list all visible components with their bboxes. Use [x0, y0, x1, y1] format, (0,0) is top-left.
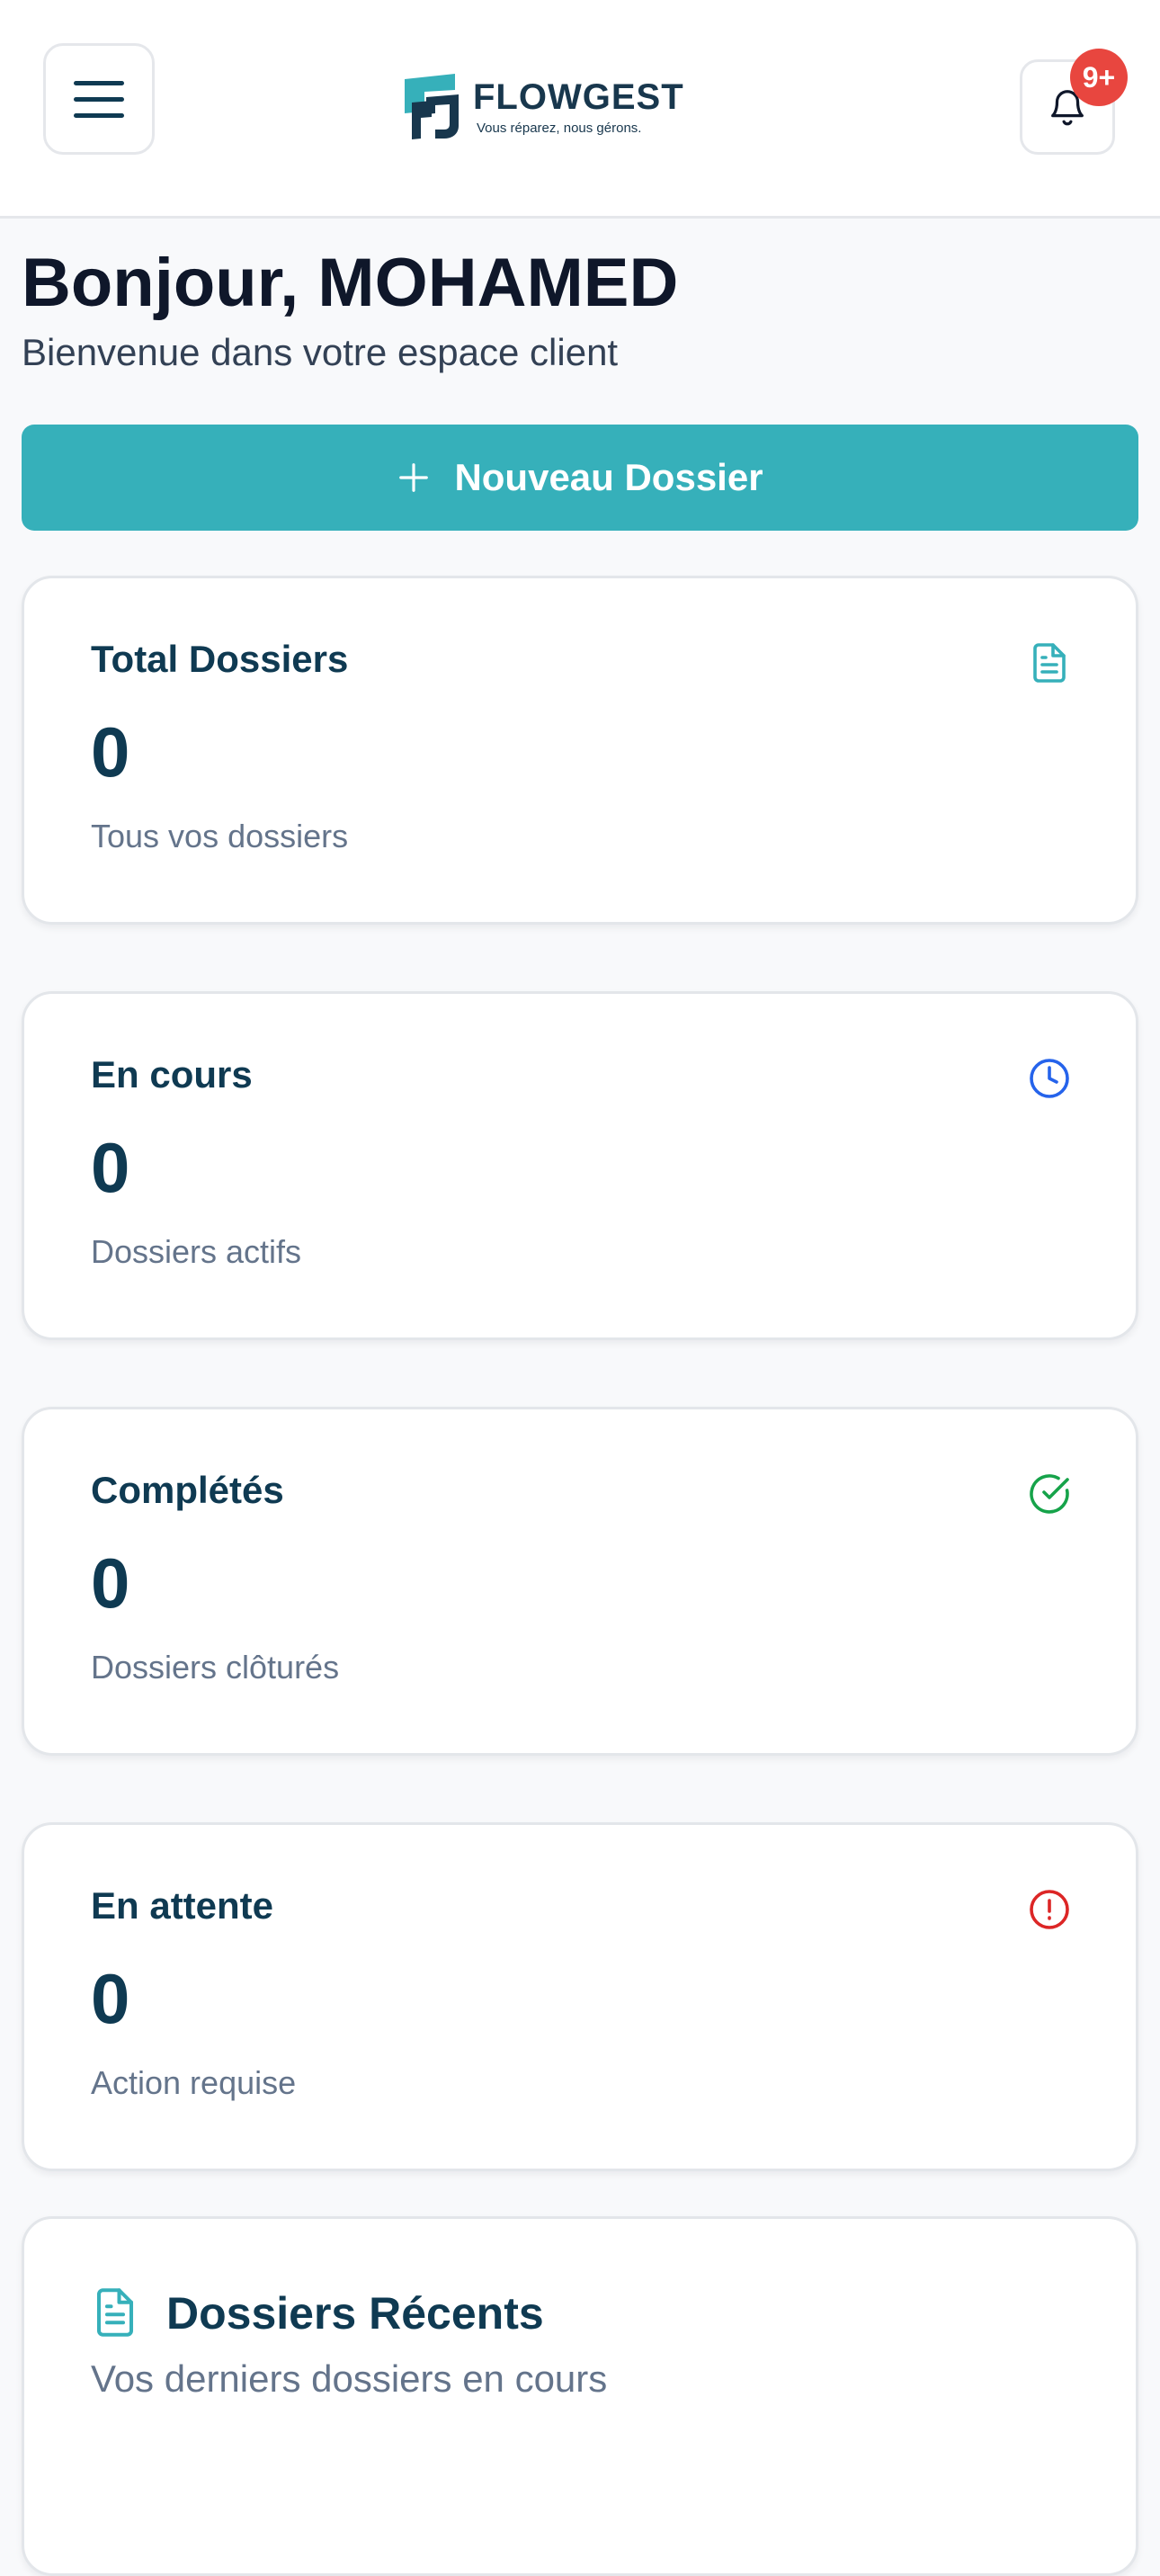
notification-badge: 9+: [1070, 49, 1128, 106]
hamburger-icon-line: [74, 96, 124, 102]
stat-value: 0: [91, 712, 130, 792]
stat-value: 0: [91, 1959, 130, 2038]
document-icon: [96, 2288, 134, 2337]
greeting-title: Bonjour, MOHAMED: [22, 245, 679, 321]
hamburger-icon-line: [74, 80, 124, 85]
recent-dossiers-title: Dossiers Récents: [166, 2288, 544, 2339]
recent-dossiers-card: Dossiers Récents Vos derniers dossiers e…: [22, 2216, 1138, 2576]
stat-card-total[interactable]: Total Dossiers 0 Tous vos dossiers: [22, 576, 1138, 925]
document-icon: [1033, 643, 1066, 683]
stat-card-completed[interactable]: Complétés 0 Dossiers clôturés: [22, 1407, 1138, 1756]
stat-title: Complétés: [91, 1469, 284, 1511]
menu-button[interactable]: [43, 43, 155, 155]
brand-logo[interactable]: FLOWGEST Vous réparez, nous gérons.: [401, 70, 684, 142]
new-dossier-label: Nouveau Dossier: [454, 456, 763, 498]
stat-title: En attente: [91, 1884, 274, 1927]
stat-description: Tous vos dossiers: [91, 818, 349, 854]
app-header: FLOWGEST Vous réparez, nous gérons. 9+: [0, 0, 1160, 219]
stat-value: 0: [91, 1128, 130, 1207]
hamburger-icon-line: [74, 112, 124, 118]
stat-description: Action requise: [91, 2064, 297, 2101]
plus-icon: [399, 463, 429, 492]
brand-name: FLOWGEST: [473, 76, 684, 117]
stat-description: Dossiers clôturés: [91, 1649, 340, 1686]
flowgest-logo-icon: [405, 74, 459, 139]
clock-icon: [1030, 1059, 1069, 1098]
new-dossier-button[interactable]: Nouveau Dossier: [22, 425, 1138, 531]
recent-dossiers-subtitle: Vos derniers dossiers en cours: [91, 2357, 608, 2400]
stat-card-pending[interactable]: En attente 0 Action requise: [22, 1822, 1138, 2171]
stat-value: 0: [91, 1543, 130, 1623]
stat-description: Dossiers actifs: [91, 1233, 302, 1270]
brand-tagline: Vous réparez, nous gérons.: [477, 120, 642, 136]
alert-circle-icon: [1030, 1890, 1069, 1929]
stat-title: En cours: [91, 1053, 253, 1096]
check-circle-icon: [1030, 1474, 1069, 1514]
stat-card-in-progress[interactable]: En cours 0 Dossiers actifs: [22, 991, 1138, 1340]
greeting-subtitle: Bienvenue dans votre espace client: [22, 331, 619, 373]
stat-title: Total Dossiers: [91, 638, 349, 680]
